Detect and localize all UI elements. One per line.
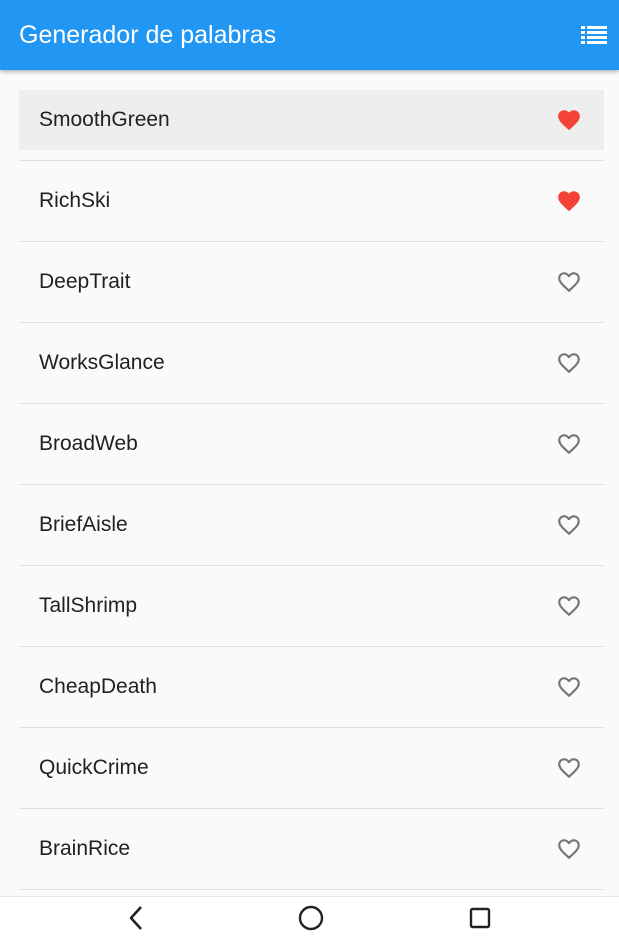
word-list: SmoothGreen RichSki DeepTrait WorksGlance Br… bbox=[19, 90, 604, 890]
word-label: BrainRice bbox=[39, 837, 131, 860]
word-row[interactable]: WorksGlance bbox=[19, 323, 604, 403]
word-tile: SmoothGreen bbox=[19, 90, 604, 150]
word-label: WorksGlance bbox=[39, 351, 165, 374]
word-tile: BriefAisle bbox=[19, 495, 604, 555]
word-row[interactable]: DeepTrait bbox=[19, 242, 604, 322]
word-tile: DeepTrait bbox=[19, 252, 604, 312]
list-divider bbox=[19, 889, 604, 890]
favorite-heart-icon[interactable] bbox=[556, 107, 582, 133]
word-tile: CheapDeath bbox=[19, 657, 604, 717]
favorite-border-icon[interactable] bbox=[556, 836, 582, 862]
word-row[interactable]: TallShrimp bbox=[19, 566, 604, 646]
word-label: CheapDeath bbox=[39, 675, 157, 698]
favorite-border-icon[interactable] bbox=[556, 674, 582, 700]
list-icon bbox=[581, 26, 607, 44]
system-nav-bar bbox=[0, 896, 619, 938]
word-row[interactable]: RichSki bbox=[19, 161, 604, 241]
word-row[interactable]: QuickCrime bbox=[19, 728, 604, 808]
word-tile: TallShrimp bbox=[19, 576, 604, 636]
word-label: RichSki bbox=[39, 189, 111, 212]
favorite-border-icon[interactable] bbox=[556, 512, 582, 538]
favorite-border-icon[interactable] bbox=[556, 269, 582, 295]
recents-button[interactable] bbox=[450, 897, 510, 938]
app-root: Generador de palabras SmoothGreen RichSki… bbox=[0, 0, 619, 938]
word-label: BroadWeb bbox=[39, 432, 138, 455]
word-tile: BroadWeb bbox=[19, 414, 604, 474]
word-row[interactable]: BrainRice bbox=[19, 809, 604, 889]
word-label: BriefAisle bbox=[39, 513, 128, 536]
home-icon bbox=[298, 905, 324, 930]
word-tile: BrainRice bbox=[19, 819, 604, 879]
favorite-border-icon[interactable] bbox=[556, 431, 582, 457]
word-label: TallShrimp bbox=[39, 594, 138, 617]
recents-icon bbox=[469, 907, 491, 928]
back-icon bbox=[129, 905, 142, 930]
favorite-border-icon[interactable] bbox=[556, 350, 582, 376]
back-button[interactable] bbox=[106, 897, 166, 938]
favorite-border-icon[interactable] bbox=[556, 755, 582, 781]
favorite-border-icon[interactable] bbox=[556, 593, 582, 619]
app-bar-title: Generador de palabras bbox=[19, 21, 277, 49]
word-row[interactable]: BriefAisle bbox=[19, 485, 604, 565]
word-row[interactable]: SmoothGreen bbox=[19, 90, 604, 150]
saved-list-button[interactable] bbox=[569, 10, 619, 60]
favorite-heart-icon[interactable] bbox=[556, 188, 582, 214]
word-tile: RichSki bbox=[19, 171, 604, 231]
word-row[interactable]: BroadWeb bbox=[19, 404, 604, 484]
app-bar: Generador de palabras bbox=[0, 0, 619, 70]
word-label: QuickCrime bbox=[39, 756, 149, 779]
word-row[interactable]: CheapDeath bbox=[19, 647, 604, 727]
word-tile: QuickCrime bbox=[19, 738, 604, 798]
word-label: SmoothGreen bbox=[39, 108, 170, 131]
home-button[interactable] bbox=[281, 897, 341, 938]
word-tile: WorksGlance bbox=[19, 333, 604, 393]
word-label: DeepTrait bbox=[39, 270, 131, 293]
